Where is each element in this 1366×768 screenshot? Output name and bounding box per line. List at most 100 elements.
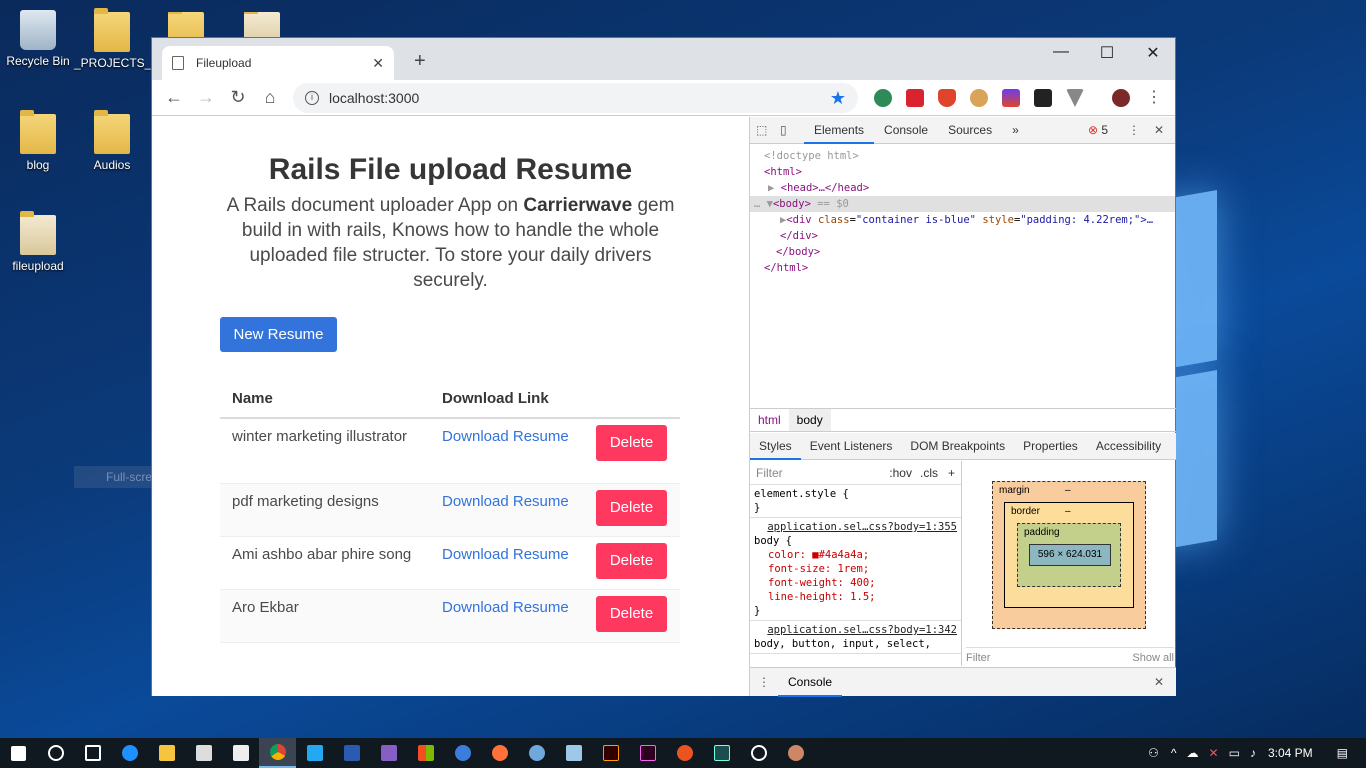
download-link[interactable]: Download Resume [442,428,569,445]
hov-toggle[interactable]: :hov [889,466,912,480]
download-link[interactable]: Download Resume [442,599,569,616]
dom-node[interactable]: <!doctype html> [750,148,1175,164]
close-window-button[interactable]: ✕ [1130,43,1176,63]
breadcrumb-body[interactable]: body [788,409,831,431]
avatar[interactable] [1112,89,1130,107]
start-button[interactable] [0,738,37,768]
new-tab-button[interactable]: + [414,50,426,73]
extension-s-icon[interactable] [906,89,924,107]
tab-sources[interactable]: Sources [938,117,1002,144]
drawer-tab-console[interactable]: Console [778,668,843,697]
desktop-icon-folder-4[interactable] [224,12,300,38]
desktop-icon-fileupload[interactable]: fileupload [0,211,76,273]
show-all-checkbox[interactable]: Show all [1132,652,1174,664]
cls-toggle[interactable]: .cls [920,466,938,480]
taskbar-app-grid[interactable] [407,738,444,768]
taskbar-store[interactable] [185,738,222,768]
inspect-icon[interactable]: ⬚ [756,123,780,137]
error-icon[interactable]: ⊗ 5 [1088,123,1108,137]
back-button[interactable]: ← [158,87,190,108]
more-tabs-icon[interactable]: » [1002,117,1029,144]
dom-node[interactable]: </body> [750,244,1175,260]
delete-button[interactable]: Delete [596,425,667,461]
tab-console[interactable]: Console [874,117,938,144]
desktop-icon-recycle-bin[interactable]: Recycle Bin [0,10,76,68]
taskbar-terminal[interactable] [703,738,740,768]
menu-icon[interactable]: ⋮ [1146,89,1162,107]
address-bar[interactable]: i localhost:3000 ★ [293,83,858,113]
taskbar-vscode[interactable] [296,738,333,768]
network-icon[interactable]: ✕ [1209,746,1219,760]
desktop-icon-folder-3[interactable] [148,12,224,38]
add-rule-icon[interactable]: + [948,466,955,480]
desktop-icon-projects[interactable]: _PROJECTS_ [74,8,151,70]
delete-button[interactable]: Delete [596,489,667,526]
download-link[interactable]: Download Resume [442,493,569,510]
taskbar-visualstudio[interactable] [370,738,407,768]
rule-source-link[interactable]: application.sel…css?body=1:355 [754,520,957,534]
dom-node[interactable]: </html> [750,260,1175,276]
dom-node[interactable]: <html> [750,164,1175,180]
extension-shield-icon[interactable] [938,89,956,107]
styles-filter[interactable]: Filter :hov .cls + [750,461,961,485]
breadcrumb-html[interactable]: html [750,409,789,431]
tab-close-icon[interactable]: ✕ [372,55,384,72]
extension-globe-icon[interactable] [874,89,892,107]
delete-button[interactable]: Delete [596,542,667,579]
dom-node[interactable]: ▶ <head>…</head> [750,180,1175,196]
extension-badge-icon[interactable] [1034,89,1052,107]
taskbar-powershell[interactable] [333,738,370,768]
taskbar-illustrator[interactable] [592,738,629,768]
show-hidden-icons[interactable]: ^ [1171,746,1177,760]
tab-fileupload[interactable]: Fileupload ✕ [162,46,394,80]
onedrive-icon[interactable]: ☁ [1187,746,1199,760]
tab-dom-breakpoints[interactable]: DOM Breakpoints [901,433,1014,460]
taskbar-edge[interactable] [111,738,148,768]
dom-node[interactable]: ▶<div class="container is-blue" style="p… [750,212,1175,228]
device-toolbar-icon[interactable]: ▯ [780,123,804,137]
search-button[interactable] [37,738,74,768]
bookmark-star-icon[interactable]: ★ [830,88,846,109]
tab-styles[interactable]: Styles [750,433,801,460]
taskbar-app-circle[interactable] [740,738,777,768]
drawer-menu-icon[interactable]: ⋮ [750,675,778,689]
notification-icon[interactable]: ▤ [1337,746,1348,760]
tab-event-listeners[interactable]: Event Listeners [801,433,902,460]
taskbar-app-blue[interactable] [444,738,481,768]
taskbar-virtualbox[interactable] [555,738,592,768]
extension-cookie-icon[interactable] [970,89,988,107]
rule-source-link[interactable]: application.sel…css?body=1:342 [754,623,957,637]
dom-node[interactable]: </div> [750,228,1175,244]
taskbar-ubuntu[interactable] [666,738,703,768]
task-view-button[interactable] [74,738,111,768]
dom-node-selected[interactable]: … ▼<body> == $0 [750,196,1175,212]
taskbar-app-avatar[interactable] [777,738,814,768]
minimize-button[interactable]: — [1038,43,1084,61]
tab-elements[interactable]: Elements [804,117,875,144]
extension-vue-icon[interactable] [1066,89,1084,107]
battery-icon[interactable]: ▭ [1229,746,1240,760]
volume-icon[interactable]: ♪ [1250,746,1256,760]
home-button[interactable]: ⌂ [254,87,286,108]
tab-properties[interactable]: Properties [1014,433,1087,460]
desktop-icon-audios[interactable]: Audios [74,110,150,172]
info-icon[interactable]: i [305,91,319,105]
new-resume-button[interactable]: New Resume [220,317,337,352]
taskbar-explorer[interactable] [148,738,185,768]
settings-icon[interactable]: ⋮ [1128,123,1140,137]
reload-button[interactable]: ↻ [222,87,254,108]
taskbar-firefox[interactable] [481,738,518,768]
delete-button[interactable]: Delete [596,595,667,632]
computed-filter[interactable]: Filter Show all [966,647,1174,664]
tab-accessibility[interactable]: Accessibility [1087,433,1170,460]
people-icon[interactable]: ⚇ [1148,746,1159,760]
maximize-button[interactable]: ☐ [1084,43,1130,63]
extension-lines-icon[interactable] [1002,89,1020,107]
desktop-icon-blog[interactable]: blog [0,110,76,172]
download-link[interactable]: Download Resume [442,546,569,563]
clock[interactable]: 3:04 PM [1268,746,1313,760]
taskbar-mail[interactable] [222,738,259,768]
taskbar-app-r[interactable] [518,738,555,768]
forward-button[interactable]: → [190,87,222,108]
close-drawer-icon[interactable]: ✕ [1154,675,1164,689]
